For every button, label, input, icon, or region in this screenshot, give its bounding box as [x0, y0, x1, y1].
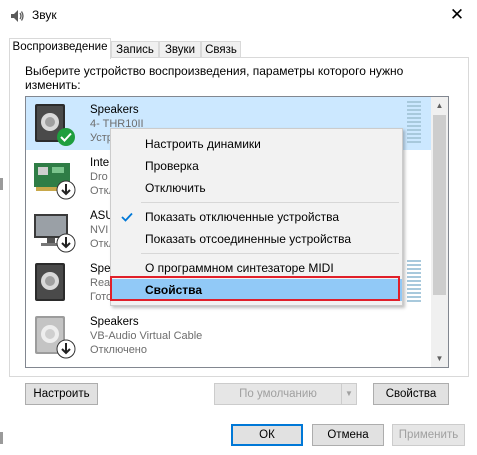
device-list-scrollbar[interactable]: ▲ ▼ — [431, 97, 448, 367]
tab-sounds[interactable]: Звуки — [159, 41, 201, 58]
properties-button[interactable]: Свойства — [373, 383, 449, 405]
default-check-icon — [57, 128, 75, 146]
device-item-speakers-vb-audio[interactable]: Speakers VB-Audio Virtual Cable Отключен… — [26, 309, 431, 362]
menu-item-test[interactable]: Проверка — [111, 155, 402, 177]
menu-item-show-disabled-devices[interactable]: Показать отключенные устройства — [111, 206, 402, 228]
set-default-button[interactable]: По умолчанию — [214, 383, 342, 405]
disabled-arrow-icon — [56, 180, 76, 200]
device-description: NVI — [90, 224, 109, 236]
volume-level-meter — [407, 260, 421, 304]
menu-item-disable[interactable]: Отключить — [111, 177, 402, 199]
checkmark-icon — [121, 212, 133, 222]
scroll-down-icon[interactable]: ▼ — [431, 350, 448, 367]
device-description: Dro — [90, 171, 108, 183]
disabled-arrow-icon — [56, 233, 76, 253]
menu-item-show-disconnected-devices[interactable]: Показать отсоединенные устройства — [111, 228, 402, 250]
close-icon[interactable]: ✕ — [446, 4, 468, 26]
menu-item-label: Показать отключенные устройства — [145, 210, 340, 224]
tab-playback[interactable]: Воспроизведение — [9, 38, 111, 59]
scroll-up-icon[interactable]: ▲ — [431, 97, 448, 114]
speaker-icon — [35, 263, 65, 301]
menu-separator — [141, 253, 399, 254]
tab-communications[interactable]: Связь — [201, 41, 241, 58]
menu-item-configure-speakers[interactable]: Настроить динамики — [111, 133, 402, 155]
instruction-text: Выберите устройство воспроизведения, пар… — [25, 64, 404, 92]
disabled-arrow-icon — [56, 339, 76, 359]
chevron-down-icon[interactable]: ▼ — [341, 383, 357, 405]
ok-button[interactable]: ОК — [231, 424, 303, 446]
apply-button[interactable]: Применить — [392, 424, 465, 446]
window-edge-mark — [0, 178, 3, 190]
window-edge-mark — [0, 432, 3, 444]
device-name: Spe — [90, 263, 111, 275]
title-bar: Звук ✕ — [0, 0, 477, 31]
device-status: Гото — [90, 291, 113, 303]
window-title: Звук — [32, 8, 57, 22]
device-name: Speakers — [90, 104, 139, 116]
device-name: Speakers — [90, 316, 139, 328]
volume-level-meter — [407, 101, 421, 145]
cancel-button[interactable]: Отмена — [312, 424, 384, 446]
speaker-volume-icon — [11, 10, 24, 22]
scroll-thumb[interactable] — [433, 115, 446, 295]
menu-separator — [141, 202, 399, 203]
device-status: Отключено — [90, 344, 147, 356]
tab-recording[interactable]: Запись — [111, 41, 159, 58]
highlight-frame — [110, 276, 400, 301]
device-description: VB-Audio Virtual Cable — [90, 330, 203, 342]
device-name: Inte — [90, 157, 110, 169]
configure-button[interactable]: Настроить — [25, 383, 98, 405]
device-description: Rea — [90, 277, 111, 289]
